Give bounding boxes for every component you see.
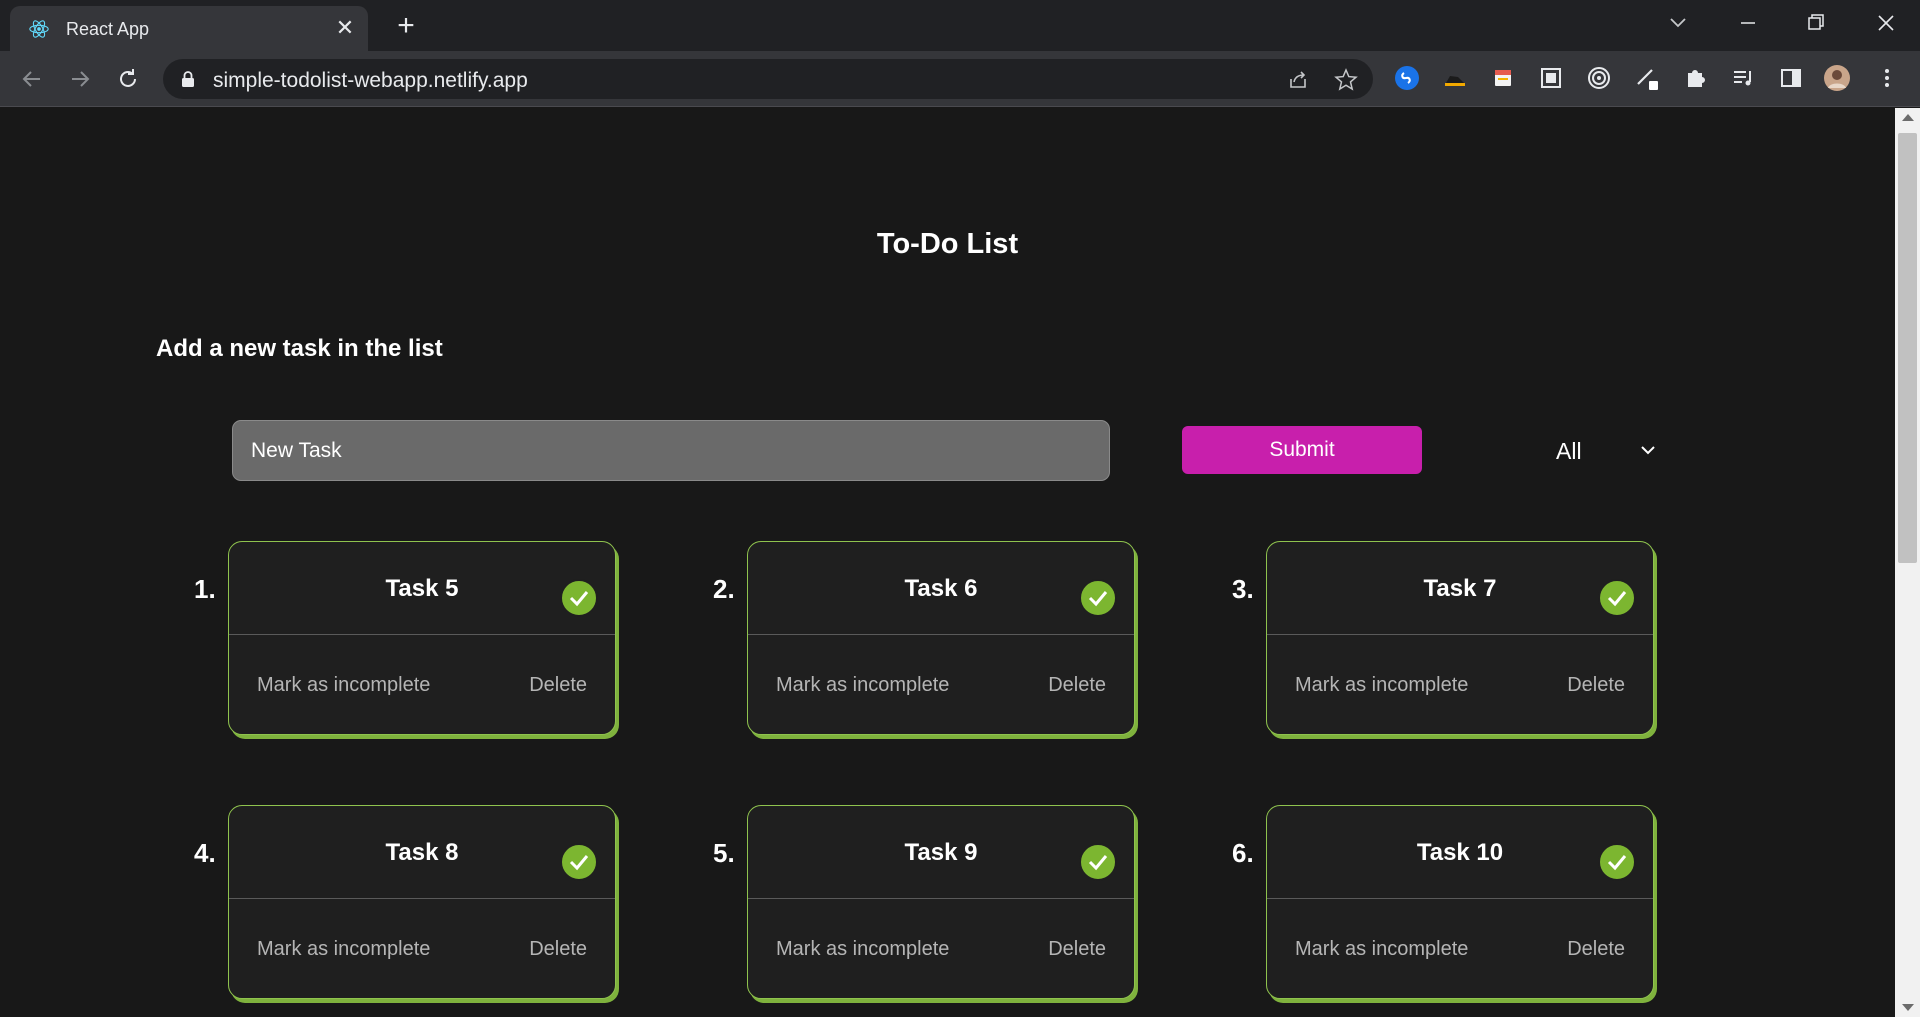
frame-extension-icon[interactable] — [1536, 63, 1566, 93]
filter-selected-value: All — [1556, 438, 1582, 464]
add-task-heading: Add a new task in the list — [156, 335, 443, 362]
browser-toolbar: simple-todolist-webapp.netlify.app — [0, 51, 1920, 107]
delete-button[interactable]: Delete — [1048, 674, 1106, 697]
task-title: Task 8 — [229, 806, 615, 899]
task-number: 1. — [194, 574, 216, 604]
completed-check-icon — [1598, 579, 1636, 617]
delete-button[interactable]: Delete — [1567, 938, 1625, 961]
task-title: Task 6 — [748, 542, 1134, 635]
profile-avatar[interactable] — [1822, 63, 1852, 93]
completed-check-icon — [560, 843, 598, 881]
lock-icon[interactable] — [181, 70, 195, 88]
submit-button[interactable]: Submit — [1182, 426, 1422, 474]
browser-tab[interactable]: React App ✕ — [10, 6, 368, 51]
pen-extension-icon[interactable] — [1632, 63, 1662, 93]
minimize-icon[interactable] — [1728, 6, 1768, 40]
task-number: 4. — [194, 838, 216, 868]
task-card: Task 6 Mark as incomplete Delete — [747, 541, 1135, 735]
notes-extension-icon[interactable] — [1488, 63, 1518, 93]
new-tab-icon[interactable]: + — [390, 10, 422, 42]
delete-button[interactable]: Delete — [529, 674, 587, 697]
mark-incomplete-button[interactable]: Mark as incomplete — [776, 674, 949, 697]
task-number: 5. — [713, 838, 735, 868]
mark-incomplete-button[interactable]: Mark as incomplete — [1295, 938, 1468, 961]
task-card: Task 7 Mark as incomplete Delete — [1266, 541, 1654, 735]
more-menu-icon[interactable] — [1872, 63, 1902, 93]
page-title: To-Do List — [876, 228, 1019, 260]
task-title: Task 10 — [1267, 806, 1653, 899]
back-icon[interactable] — [16, 63, 48, 95]
bookmark-star-icon[interactable] — [1333, 67, 1359, 93]
restore-icon[interactable] — [1796, 6, 1836, 40]
completed-check-icon — [1079, 579, 1117, 617]
media-control-icon[interactable] — [1728, 63, 1758, 93]
close-window-icon[interactable] — [1866, 6, 1906, 40]
hat-extension-icon[interactable] — [1440, 63, 1470, 93]
share-icon[interactable] — [1285, 67, 1311, 93]
mark-incomplete-button[interactable]: Mark as incomplete — [257, 674, 430, 697]
mark-incomplete-button[interactable]: Mark as incomplete — [1295, 674, 1468, 697]
address-bar[interactable]: simple-todolist-webapp.netlify.app — [163, 59, 1373, 99]
new-task-input[interactable] — [232, 420, 1110, 481]
react-logo-icon — [29, 20, 49, 38]
task-title: Task 9 — [748, 806, 1134, 899]
filter-select[interactable]: All — [1540, 426, 1660, 474]
delete-button[interactable]: Delete — [1048, 938, 1106, 961]
completed-check-icon — [1079, 843, 1117, 881]
shazam-extension-icon[interactable] — [1392, 63, 1422, 93]
task-number: 2. — [713, 574, 735, 604]
task-item: 6. Task 10 Mark as incomplete Delete — [1232, 805, 1654, 1005]
task-card: Task 10 Mark as incomplete Delete — [1266, 805, 1654, 999]
chevron-down-icon — [1641, 446, 1655, 455]
task-item: 1. Task 5 Mark as incomplete Delete — [194, 541, 616, 741]
tab-title: React App — [66, 19, 150, 39]
task-item: 5. Task 9 Mark as incomplete Delete — [713, 805, 1135, 1005]
task-item: 2. Task 6 Mark as incomplete Delete — [713, 541, 1135, 741]
completed-check-icon — [560, 579, 598, 617]
task-title: Task 7 — [1267, 542, 1653, 635]
browser-tabstrip: React App ✕ + — [0, 0, 1920, 51]
close-tab-icon[interactable]: ✕ — [332, 15, 358, 41]
scroll-up-arrow-icon[interactable] — [1902, 114, 1914, 121]
target-extension-icon[interactable] — [1584, 63, 1614, 93]
task-card: Task 9 Mark as incomplete Delete — [747, 805, 1135, 999]
puzzle-extensions-icon[interactable] — [1680, 63, 1710, 93]
page-scrollbar[interactable] — [1895, 108, 1920, 1017]
url-text: simple-todolist-webapp.netlify.app — [213, 69, 528, 92]
side-panel-icon[interactable] — [1776, 63, 1806, 93]
forward-icon[interactable] — [64, 63, 96, 95]
tab-search-icon[interactable] — [1658, 6, 1698, 40]
task-item: 4. Task 8 Mark as incomplete Delete — [194, 805, 616, 1005]
delete-button[interactable]: Delete — [529, 938, 587, 961]
task-card: Task 5 Mark as incomplete Delete — [228, 541, 616, 735]
mark-incomplete-button[interactable]: Mark as incomplete — [257, 938, 430, 961]
completed-check-icon — [1598, 843, 1636, 881]
page-viewport: To-Do List Add a new task in the list Su… — [0, 108, 1895, 1017]
scrollbar-thumb[interactable] — [1898, 133, 1917, 563]
scroll-down-arrow-icon[interactable] — [1902, 1004, 1914, 1011]
task-title: Task 5 — [229, 542, 615, 635]
task-item: 3. Task 7 Mark as incomplete Delete — [1232, 541, 1654, 741]
task-number: 6. — [1232, 838, 1254, 868]
reload-icon[interactable] — [112, 63, 144, 95]
delete-button[interactable]: Delete — [1567, 674, 1625, 697]
task-card: Task 8 Mark as incomplete Delete — [228, 805, 616, 999]
task-number: 3. — [1232, 574, 1254, 604]
mark-incomplete-button[interactable]: Mark as incomplete — [776, 938, 949, 961]
